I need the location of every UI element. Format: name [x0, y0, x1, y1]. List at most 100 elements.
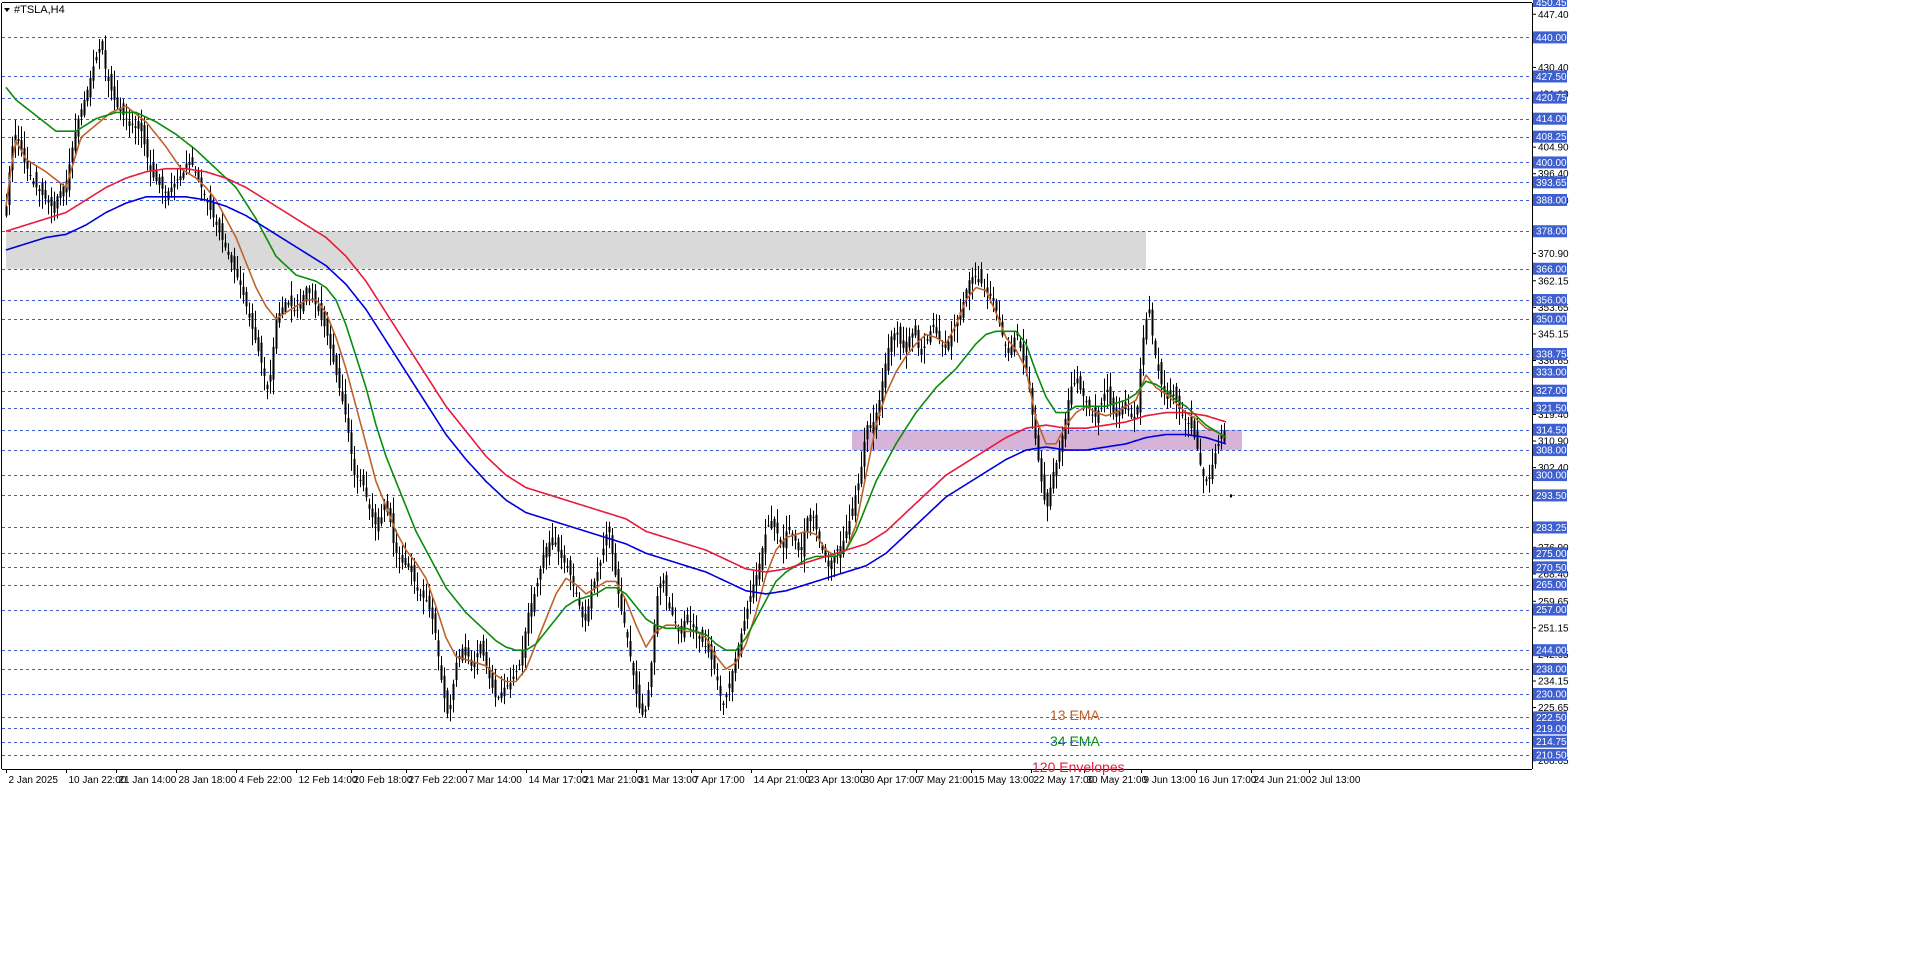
svg-text:219.00: 219.00: [1536, 724, 1567, 735]
candle: [782, 524, 785, 564]
candle: [659, 576, 662, 605]
y-axis-labels: 447.40430.40421.90404.90396.40387.90370.…: [1532, 0, 1569, 767]
candle: [1202, 467, 1205, 494]
candle: [23, 131, 26, 174]
candle: [1073, 369, 1076, 387]
candle: [368, 498, 371, 520]
candle: [1157, 347, 1160, 379]
candle: [1121, 401, 1124, 419]
price-chart[interactable]: 447.40430.40421.90404.90396.40387.90370.…: [0, 0, 1916, 963]
candle: [770, 505, 773, 530]
svg-text:393.65: 393.65: [1536, 178, 1567, 189]
candle: [401, 545, 404, 570]
candle: [641, 693, 644, 718]
candle: [131, 113, 134, 134]
candle: [434, 607, 437, 640]
candle: [926, 335, 929, 345]
candle: [575, 586, 578, 597]
candle: [338, 353, 341, 396]
svg-text:230.00: 230.00: [1536, 689, 1567, 700]
candle: [149, 149, 152, 187]
candle: [530, 586, 533, 634]
level-price-label: 414.00: [1533, 112, 1567, 125]
candle: [860, 451, 863, 488]
svg-text:222.50: 222.50: [1536, 713, 1567, 724]
candle: [542, 539, 545, 574]
candle: [1046, 488, 1049, 522]
y-tick-label: 447.40: [1538, 10, 1569, 21]
candle: [854, 485, 857, 523]
candle: [59, 182, 62, 206]
candle: [806, 515, 809, 539]
svg-text:414.00: 414.00: [1536, 114, 1567, 125]
candle: [887, 334, 890, 375]
candle: [794, 529, 797, 550]
chart-canvas[interactable]: 447.40430.40421.90404.90396.40387.90370.…: [0, 0, 1916, 963]
candle: [1106, 374, 1109, 408]
candle: [317, 297, 320, 316]
x-tick-label: 7 Apr 17:00: [694, 775, 746, 786]
svg-text:388.00: 388.00: [1536, 195, 1567, 206]
x-tick-label: 21 Jan 14:00: [119, 775, 177, 786]
candle: [491, 664, 494, 694]
candle: [557, 534, 560, 565]
candle: [335, 352, 338, 383]
candle: [1049, 474, 1052, 510]
candle: [440, 656, 443, 683]
candle: [146, 124, 149, 171]
candle: [431, 596, 434, 635]
candle: [788, 515, 791, 535]
level-price-label: 238.00: [1533, 662, 1567, 675]
candle: [728, 671, 731, 702]
candle: [908, 327, 911, 351]
candle: [104, 35, 107, 82]
legend-label: 34 EMA: [1050, 733, 1100, 749]
candle: [452, 679, 455, 713]
candle: [287, 300, 290, 308]
candle: [395, 530, 398, 568]
candle: [704, 629, 707, 654]
candle: [803, 518, 806, 573]
candle: [899, 322, 902, 360]
chart-title: #TSLA,H4: [4, 4, 65, 16]
candle: [701, 626, 704, 648]
x-tick-label: 30 May 21:00: [1087, 775, 1148, 786]
candle: [110, 65, 113, 101]
candle: [752, 571, 755, 604]
candle: [536, 577, 539, 597]
level-price-label: 400.00: [1533, 156, 1567, 169]
candle: [758, 552, 761, 586]
candle: [359, 469, 362, 488]
candle: [170, 172, 173, 198]
level-price-label: 308.00: [1533, 444, 1567, 457]
candle: [41, 178, 44, 209]
candle: [935, 314, 938, 338]
candle: [638, 671, 641, 714]
candle: [479, 640, 482, 658]
candle: [716, 663, 719, 690]
candle: [1133, 400, 1136, 433]
candle: [1109, 372, 1112, 417]
level-price-label: 356.00: [1533, 294, 1567, 307]
candle: [1169, 378, 1172, 408]
candle: [1100, 397, 1103, 412]
candle: [743, 607, 746, 635]
candle: [356, 464, 359, 494]
candle: [599, 559, 602, 580]
svg-text:244.00: 244.00: [1536, 646, 1567, 657]
candle: [263, 357, 266, 391]
candle: [380, 504, 383, 527]
candle: [1055, 460, 1058, 489]
x-tick-label: 9 Jun 13:00: [1144, 775, 1197, 786]
candle: [896, 321, 899, 348]
candle: [347, 403, 350, 442]
candle: [32, 177, 35, 188]
svg-text:321.50: 321.50: [1536, 403, 1567, 414]
candle: [971, 267, 974, 300]
candle: [800, 532, 803, 564]
last-price-marker: [1230, 494, 1232, 498]
candle: [755, 562, 758, 602]
x-tick-label: 14 Mar 17:00: [529, 775, 588, 786]
triangle-down-icon[interactable]: [4, 8, 10, 12]
candle: [767, 514, 770, 528]
